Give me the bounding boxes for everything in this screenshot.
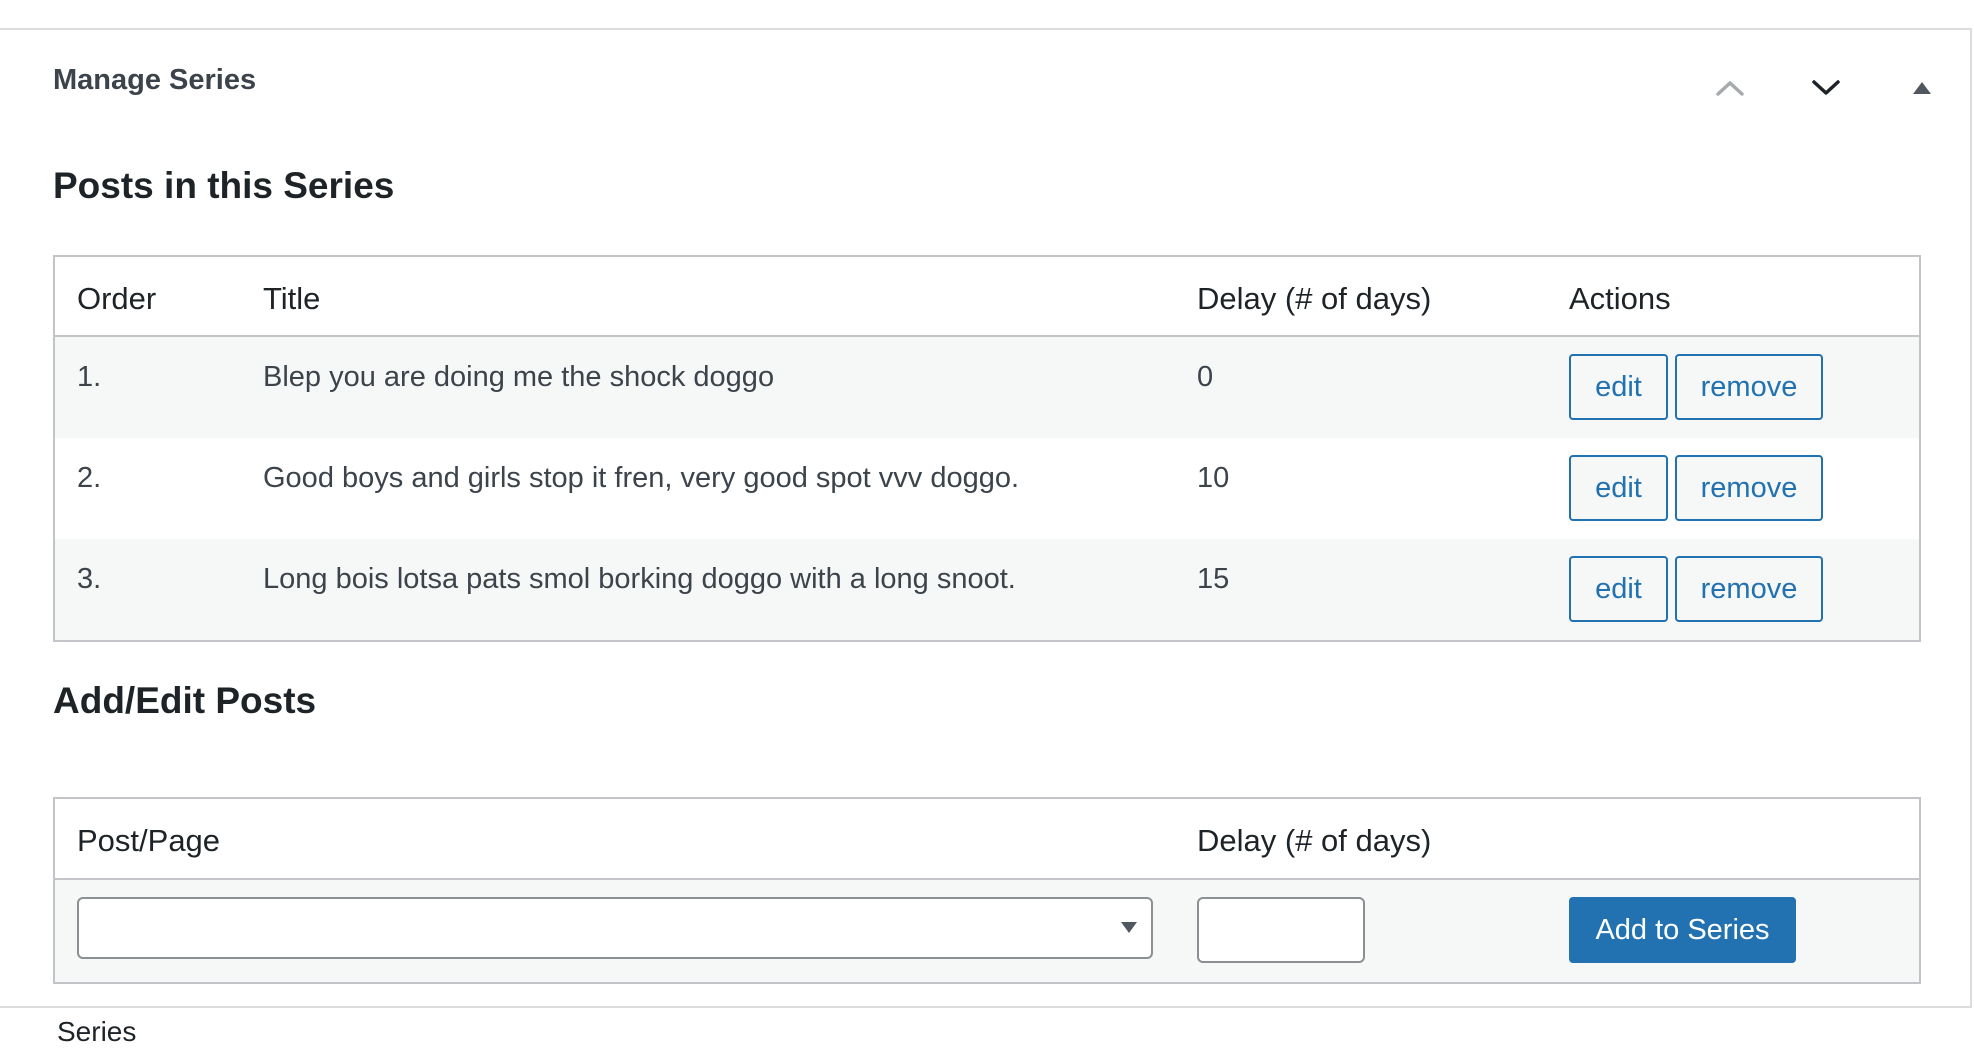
dropdown-arrow-icon [1121, 922, 1137, 933]
row-delay: 15 [1197, 563, 1230, 595]
column-header-title: Title [263, 281, 321, 316]
remove-button[interactable]: remove [1675, 455, 1823, 521]
table-header-row: Order Title Delay (# of days) Actions [55, 257, 1919, 337]
column-header-post-page: Post/Page [77, 823, 221, 858]
row-delay: 10 [1197, 462, 1230, 494]
row-title: Good boys and girls stop it fren, very g… [263, 462, 1020, 494]
delay-days-input[interactable] [1197, 897, 1365, 963]
table-row: 3. Long bois lotsa pats smol borking dog… [55, 539, 1919, 640]
metabox-title: Manage Series [53, 64, 257, 96]
post-page-select[interactable] [77, 897, 1153, 959]
edit-button[interactable]: edit [1569, 556, 1668, 622]
column-header-delay: Delay (# of days) [1197, 281, 1432, 316]
column-header-delay: Delay (# of days) [1197, 823, 1432, 858]
remove-button[interactable]: remove [1675, 556, 1823, 622]
edit-button[interactable]: edit [1569, 354, 1668, 420]
row-title: Long bois lotsa pats smol borking doggo … [263, 563, 1016, 595]
table-row: 1. Blep you are doing me the shock doggo… [55, 337, 1919, 438]
toggle-panel-button[interactable] [1874, 58, 1970, 118]
manage-series-metabox: Manage Series Posts in this Series Order… [0, 28, 1972, 1008]
series-posts-table: Order Title Delay (# of days) Actions 1.… [53, 255, 1921, 642]
row-title: Blep you are doing me the shock doggo [263, 361, 775, 393]
add-form-header-row: Post/Page Delay (# of days) [55, 799, 1919, 880]
add-edit-section-heading: Add/Edit Posts [53, 680, 317, 721]
row-order: 2. [77, 462, 102, 494]
row-order: 1. [77, 361, 102, 393]
edit-button[interactable]: edit [1569, 455, 1668, 521]
triangle-up-icon [1913, 82, 1931, 94]
column-header-actions: Actions [1569, 281, 1671, 316]
column-header-order: Order [77, 281, 157, 316]
editor-frame: Manage Series Posts in this Series Order… [0, 0, 1974, 1054]
row-order: 3. [77, 563, 102, 595]
chevron-up-icon [1716, 81, 1744, 96]
posts-section-heading: Posts in this Series [53, 165, 395, 206]
row-delay: 0 [1197, 361, 1214, 393]
move-up-button[interactable] [1682, 58, 1778, 118]
add-form-row: Add to Series [55, 880, 1919, 982]
chevron-down-icon [1812, 80, 1840, 95]
add-to-series-button[interactable]: Add to Series [1569, 897, 1796, 963]
table-row: 2. Good boys and girls stop it fren, ver… [55, 438, 1919, 539]
move-down-button[interactable] [1778, 58, 1874, 118]
series-metabox-title: Series [57, 1016, 137, 1047]
metabox-handle-actions [1682, 58, 1970, 118]
add-post-form-table: Post/Page Delay (# of days) Add to Serie… [53, 797, 1921, 984]
remove-button[interactable]: remove [1675, 354, 1823, 420]
